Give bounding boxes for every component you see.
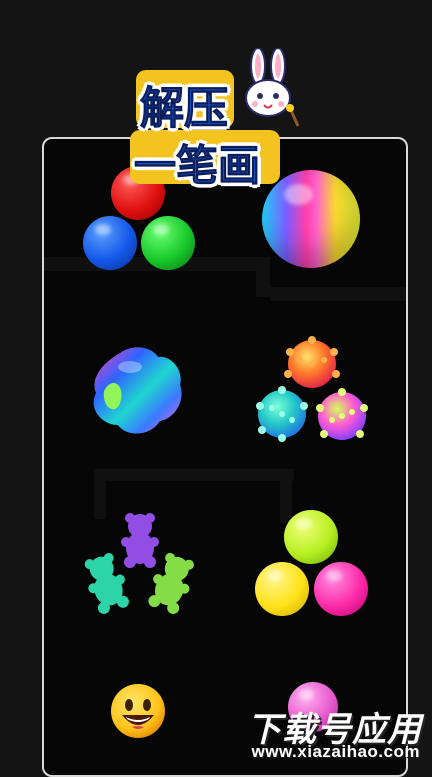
watermark: 下载号应用 www.xiazaihao.com xyxy=(214,702,426,762)
magenta-ball[interactable] xyxy=(314,562,368,616)
lime-ball[interactable] xyxy=(284,510,338,564)
rabbit-mascot-icon xyxy=(238,47,302,132)
spiky-ball-orange xyxy=(284,336,340,388)
board-divider xyxy=(256,257,270,297)
gummy-bears[interactable] xyxy=(80,512,200,618)
logo-line-2: 一笔画 xyxy=(133,141,261,191)
yellow-ball[interactable] xyxy=(255,562,309,616)
board-divider xyxy=(270,287,406,301)
spiky-ball-pink xyxy=(316,388,368,440)
board-divider xyxy=(94,469,294,481)
spiky-ball-cyan xyxy=(256,386,308,442)
squishy-blob[interactable] xyxy=(90,345,186,437)
smiley-emoji[interactable] xyxy=(110,683,166,739)
watermark-url: www.xiazaihao.com xyxy=(251,742,420,761)
blue-ball[interactable] xyxy=(83,216,137,270)
spiky-balls[interactable] xyxy=(254,336,372,446)
green-ball[interactable] xyxy=(141,216,195,270)
board-divider xyxy=(280,469,292,523)
game-logo: 解压 一笔画 xyxy=(128,47,304,191)
gummy-bear-purple xyxy=(121,513,159,568)
logo-line-1: 解压 xyxy=(140,83,229,135)
